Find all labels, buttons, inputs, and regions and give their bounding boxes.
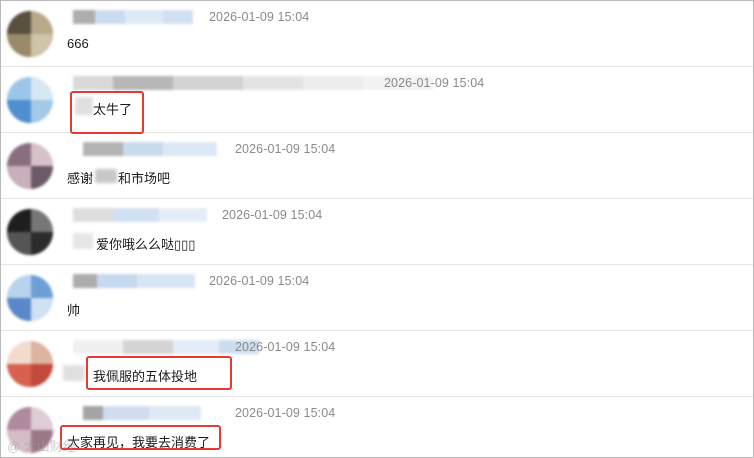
user-avatar[interactable] [7,209,53,255]
username-mosaic [73,274,195,288]
comment-text-end: 和市场吧 [118,171,171,186]
text-mosaic [95,169,117,183]
emoji-mosaic [73,233,93,249]
comment-item: 2026-01-09 15:04 我佩服的五体投地 [1,331,753,397]
comment-text: 爱你哦么么哒▯▯▯ [96,237,196,252]
user-avatar[interactable] [7,275,53,321]
highlight-box [60,425,221,450]
comment-item: 2026-01-09 15:04 帅 [1,265,753,331]
comment-item: 2026-01-09 15:04 大家再见，我要去消费了 [1,397,753,457]
user-avatar[interactable] [7,341,53,387]
username-mosaic [73,76,433,90]
comment-item: 2026-01-09 15:04 666 [1,1,753,67]
username-mosaic [73,340,259,354]
comment-text-start: 感谢 [67,171,94,186]
comment-timestamp: 2026-01-09 15:04 [235,340,336,354]
comment-timestamp: 2026-01-09 15:04 [384,76,485,90]
comment-text: 666 [67,36,89,51]
comment-item: 2026-01-09 15:04 爱你哦么么哒▯▯▯ [1,199,753,265]
username-mosaic [83,142,217,156]
comment-list: 2026-01-09 15:04 666 2026-01-09 15:04 太牛… [0,0,754,458]
emoji-mosaic [63,365,85,381]
comment-timestamp: 2026-01-09 15:04 [209,10,310,24]
comment-timestamp: 2026-01-09 15:04 [235,406,336,420]
username-mosaic [83,406,201,420]
user-avatar[interactable] [7,77,53,123]
comment-timestamp: 2026-01-09 15:04 [235,142,336,156]
user-avatar[interactable] [7,11,53,57]
username-mosaic [73,208,207,222]
comment-timestamp: 2026-01-09 15:04 [222,208,323,222]
username-mosaic [73,10,193,24]
highlight-box [86,356,232,390]
watermark: @ 大山财经 [7,439,76,454]
comment-text: 帅 [67,303,81,318]
comment-item: 2026-01-09 15:04 太牛了 [1,67,753,134]
comment-timestamp: 2026-01-09 15:04 [209,274,310,288]
comment-item: 2026-01-09 15:04 感谢 和市场吧 [1,133,753,199]
highlight-box [70,91,144,134]
user-avatar[interactable] [7,143,53,189]
